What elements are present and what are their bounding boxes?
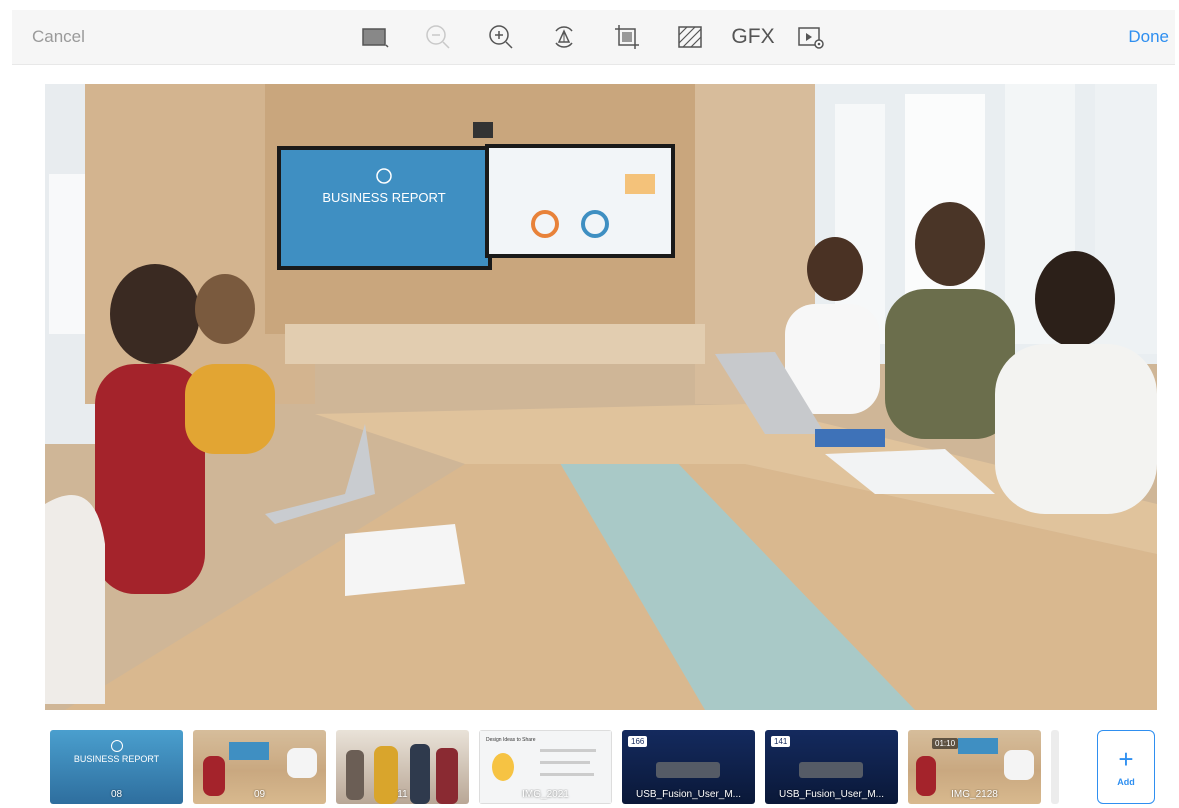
crop-icon[interactable] (610, 20, 644, 54)
tv-screen-title: BUSINESS REPORT (322, 190, 445, 205)
top-toolbar: Cancel GFX Done (12, 10, 1175, 65)
plus-icon: + (1118, 744, 1134, 774)
add-label: Add (1117, 777, 1135, 787)
thumb-caption: 08 (110, 789, 123, 800)
main-photo-preview: BUSINESS REPORT (45, 84, 1157, 710)
thumb-caption: USB_Fusion_User_M... (635, 789, 742, 800)
pattern-icon[interactable] (673, 20, 707, 54)
thumb-caption: IMG_2128 (951, 789, 998, 800)
device-image (799, 762, 863, 778)
add-button[interactable]: + Add (1097, 730, 1155, 804)
cancel-button[interactable]: Cancel (32, 27, 85, 47)
tool-group: GFX (358, 20, 857, 54)
filmstrip-thumb[interactable]: 166 USB_Fusion_User_M... (622, 730, 755, 804)
filmstrip-thumb[interactable]: 01:10 IMG_2128 (908, 730, 1041, 804)
filmstrip-thumb[interactable]: BUSINESS REPORT 08 (50, 730, 183, 804)
filmstrip-thumb[interactable]: Design Ideas to Share IMG_2021 (479, 730, 612, 804)
video-settings-icon[interactable] (794, 20, 828, 54)
rotate-icon[interactable] (547, 20, 581, 54)
thumb-badge: 141 (771, 736, 791, 747)
device-image (656, 762, 720, 778)
filmstrip: BUSINESS REPORT 08 09 11 Design Ideas to… (50, 730, 1059, 804)
pentagon-icon (111, 740, 123, 752)
thumb-title: BUSINESS REPORT (73, 754, 160, 764)
thumb-caption: 11 (397, 789, 408, 800)
thumb-badge: 166 (628, 736, 648, 747)
zoom-in-icon[interactable] (484, 20, 518, 54)
filmstrip-thumb[interactable]: 11 (336, 730, 469, 804)
filmstrip-thumb-partial[interactable] (1051, 730, 1059, 804)
filmstrip-thumb[interactable]: 09 (193, 730, 326, 804)
thumb-caption: 09 (253, 789, 266, 800)
filmstrip-thumb[interactable]: 141 USB_Fusion_User_M... (765, 730, 898, 804)
slide-title: Design Ideas to Share (486, 737, 536, 743)
zoom-out-icon[interactable] (421, 20, 455, 54)
duration-badge: 01:10 (932, 738, 959, 749)
done-button[interactable]: Done (1128, 27, 1169, 47)
aspect-ratio-icon[interactable] (358, 20, 392, 54)
thumb-caption: USB_Fusion_User_M... (778, 789, 885, 800)
gfx-button[interactable]: GFX (728, 20, 778, 54)
lightbulb-icon (492, 753, 514, 781)
thumb-caption: IMG_2021 (522, 789, 569, 800)
